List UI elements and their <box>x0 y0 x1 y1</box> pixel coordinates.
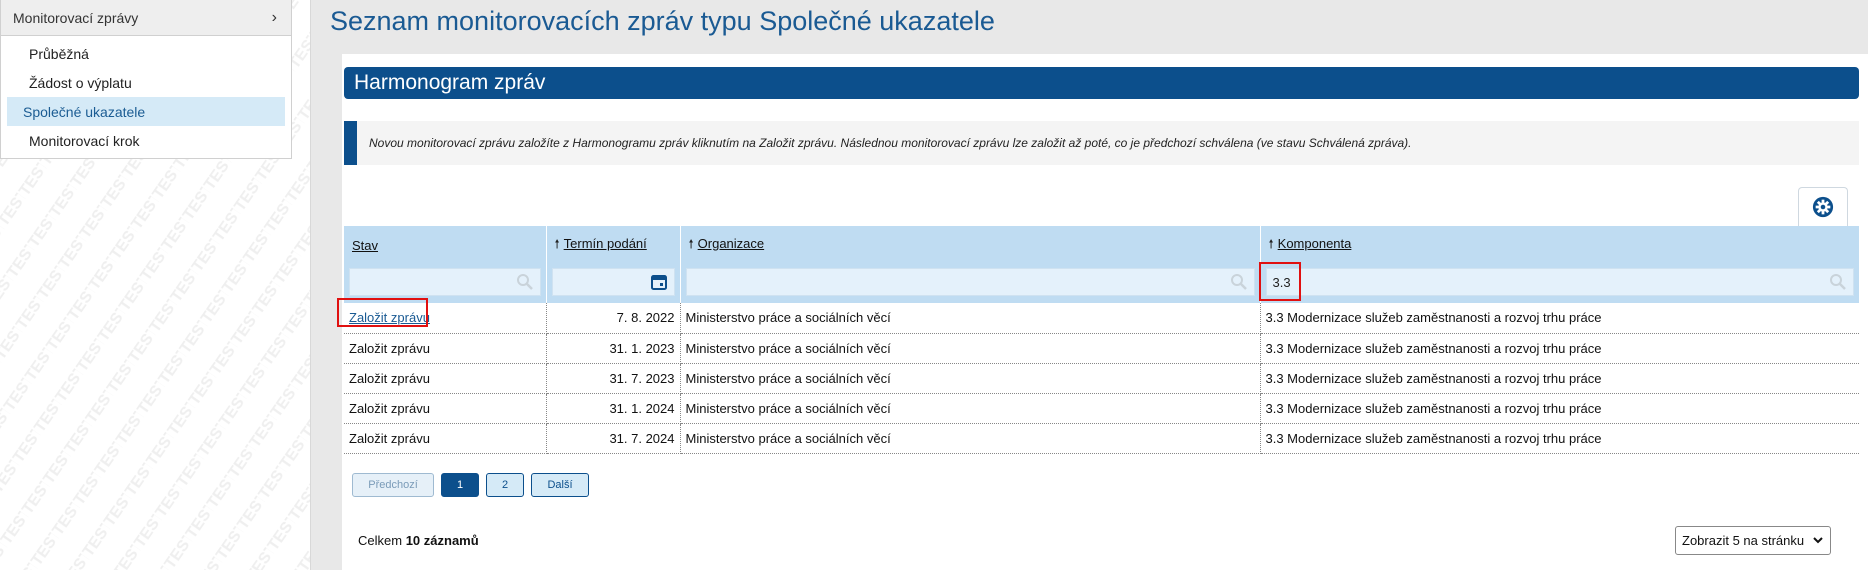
column-header-label: Organizace <box>697 235 765 251</box>
pagination-page-1[interactable]: 1 <box>441 473 479 497</box>
cell-komponenta: 3.3 Modernizace služeb zaměstnanosti a r… <box>1260 363 1859 394</box>
table-row: Založit zprávu 7. 8. 2022 Ministerstvo p… <box>344 303 1859 334</box>
sidebar-item-label: Společné ukazatele <box>23 103 146 120</box>
sidebar-item-monitorovaci-krok[interactable]: Monitorovací krok <box>7 126 285 155</box>
column-header-organizace[interactable]: 🠕 Organizace <box>680 226 1261 264</box>
table-settings-button[interactable] <box>1798 187 1848 226</box>
chevron-down-icon <box>1813 537 1823 544</box>
cell-organizace: Ministerstvo práce a sociálních věcí <box>680 393 1261 424</box>
total-records: Celkem 10 záznamů <box>358 533 479 548</box>
sidebar-item-prubezna[interactable]: Průběžná <box>7 39 285 68</box>
total-count: 10 záznamů <box>405 533 479 548</box>
cell-komponenta: 3.3 Modernizace služeb zaměstnanosti a r… <box>1260 303 1859 334</box>
cell-stav: Založit zprávu <box>344 423 547 454</box>
column-header-label: Termín podání <box>563 235 647 251</box>
column-header-stav[interactable]: Stav <box>344 226 547 264</box>
cell-termin: 31. 7. 2023 <box>546 363 681 394</box>
table-header-row: Stav 🠕 Termín podání 🠕 Organizace 🠕 Kompone… <box>344 226 1860 264</box>
search-icon <box>516 274 533 290</box>
main-area: Seznam monitorovacích zpráv typu Společn… <box>311 0 1868 570</box>
gear-icon <box>1812 196 1834 218</box>
table-row: Založit zprávu 31. 1. 2024 Ministerstvo … <box>344 393 1859 424</box>
table-filter-row: 3.3 <box>344 264 1860 303</box>
sidebar-item-zadost-o-vyplatu[interactable]: Žádost o výplatu <box>7 68 285 97</box>
filter-cell-komponenta: 3.3 <box>1260 264 1860 303</box>
sidebar-item-spolecne-ukazatele[interactable]: Společné ukazatele <box>7 97 285 126</box>
sidebar-item-label: Monitorovací krok <box>29 132 140 149</box>
filter-input-organizace[interactable] <box>685 268 1255 296</box>
sort-arrow-up-icon: 🠕 <box>1268 236 1274 251</box>
calendar-icon[interactable] <box>650 273 668 291</box>
pagination-page-2[interactable]: 2 <box>486 473 524 497</box>
cell-komponenta: 3.3 Modernizace služeb zaměstnanosti a r… <box>1260 393 1859 424</box>
cell-stav: Založit zprávu <box>344 333 547 364</box>
cell-komponenta: 3.3 Modernizace služeb zaměstnanosti a r… <box>1260 333 1859 364</box>
pagination: Předchozí 1 2 Další <box>352 473 589 497</box>
column-header-label: Stav <box>352 237 379 253</box>
reports-table: Stav 🠕 Termín podání 🠕 Organizace 🠕 Kompone… <box>344 226 1860 454</box>
section-title: Harmonogram zpráv <box>354 71 546 94</box>
total-prefix: Celkem <box>358 533 403 548</box>
sidebar-header-label: Monitorovací zprávy <box>13 9 139 26</box>
info-text: Novou monitorovací zprávu založíte z Har… <box>369 136 1412 150</box>
sidebar-item-label: Žádost o výplatu <box>29 74 132 91</box>
sort-arrow-up-icon: 🠕 <box>688 236 694 251</box>
cell-termin: 31. 1. 2023 <box>546 333 681 364</box>
pagination-prev-button[interactable]: Předchozí <box>352 473 434 497</box>
column-header-label: Komponenta <box>1277 235 1352 251</box>
pagination-next-button[interactable]: Další <box>531 473 589 497</box>
column-header-komponenta[interactable]: 🠕 Komponenta <box>1260 226 1860 264</box>
left-pane: TEST Monitorovací zprávy › Průběžná Žádo… <box>0 0 310 570</box>
search-icon <box>1829 274 1846 290</box>
cell-organizace: Ministerstvo práce a sociálních věcí <box>680 423 1261 454</box>
info-message: Novou monitorovací zprávu založíte z Har… <box>344 121 1859 165</box>
sort-arrow-up-icon: 🠕 <box>554 236 560 251</box>
cell-termin: 31. 7. 2024 <box>546 423 681 454</box>
table-row: Založit zprávu 31. 1. 2023 Ministerstvo … <box>344 333 1859 364</box>
table-row: Založit zprávu 31. 7. 2023 Ministerstvo … <box>344 363 1859 394</box>
cell-stav: Založit zprávu <box>344 363 547 394</box>
table-row: Založit zprávu 31. 7. 2024 Ministerstvo … <box>344 423 1859 454</box>
filter-cell-termin <box>546 264 681 303</box>
page-title: Seznam monitorovacích zpráv typu Společn… <box>330 6 995 36</box>
cell-termin: 7. 8. 2022 <box>546 303 681 334</box>
page-size-select[interactable]: Zobrazit 5 na stránku <box>1675 526 1831 555</box>
sidebar-item-list: Průběžná Žádost o výplatu Společné ukaza… <box>1 36 291 158</box>
filter-input-stav[interactable] <box>349 268 541 296</box>
search-icon <box>1230 274 1247 290</box>
cell-komponenta: 3.3 Modernizace služeb zaměstnanosti a r… <box>1260 423 1859 454</box>
filter-input-komponenta[interactable]: 3.3 <box>1265 268 1854 296</box>
sidebar-header-monitorovaci-zpravy[interactable]: Monitorovací zprávy › <box>1 0 291 36</box>
section-header-harmonogram: Harmonogram zpráv <box>344 67 1859 99</box>
cell-organizace: Ministerstvo práce a sociálních věcí <box>680 363 1261 394</box>
chevron-right-icon: › <box>271 8 277 26</box>
highlight-box-create-report <box>337 298 428 327</box>
cell-termin: 31. 1. 2024 <box>546 393 681 424</box>
column-header-termin-podani[interactable]: 🠕 Termín podání <box>546 226 681 264</box>
highlight-box-komponenta-filter <box>1259 262 1301 301</box>
filter-cell-organizace <box>680 264 1261 303</box>
page-size-value: Zobrazit 5 na stránku <box>1682 533 1805 548</box>
cell-stav: Založit zprávu <box>344 393 547 424</box>
cell-organizace: Ministerstvo práce a sociálních věcí <box>680 303 1261 334</box>
sidebar-item-label: Průběžná <box>29 45 89 62</box>
cell-organizace: Ministerstvo práce a sociálních věcí <box>680 333 1261 364</box>
sidebar-menu: Monitorovací zprávy › Průběžná Žádost o … <box>0 0 292 159</box>
filter-input-termin[interactable] <box>551 268 675 296</box>
